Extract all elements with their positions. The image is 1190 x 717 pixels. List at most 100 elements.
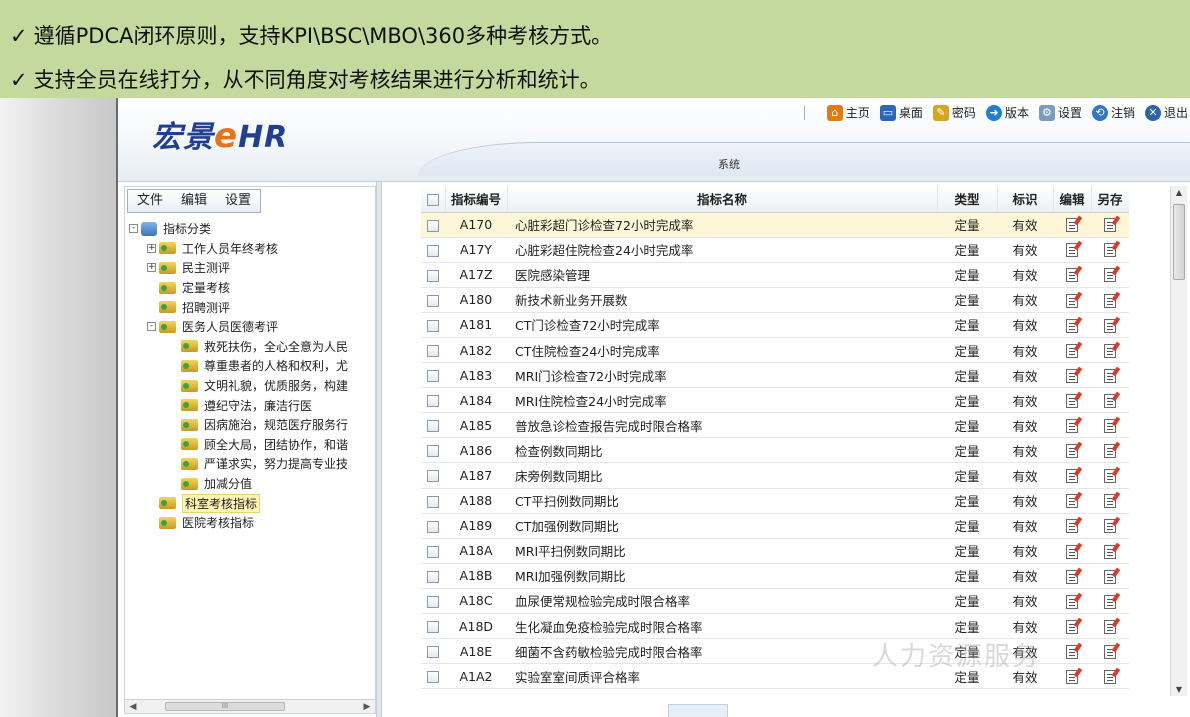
save-as-icon[interactable] — [1104, 393, 1116, 408]
edit-cell[interactable] — [1053, 262, 1091, 288]
table-row[interactable]: A181 CT门诊检查72小时完成率 定量 有效 — [421, 312, 1129, 338]
tree-node[interactable]: - 医务人员医德考评 — [125, 317, 375, 337]
col-name[interactable]: 指标名称 — [507, 186, 938, 213]
menu-file[interactable]: 文件 — [128, 190, 172, 212]
row-checkbox[interactable] — [427, 345, 439, 358]
save-as-icon[interactable] — [1104, 669, 1116, 684]
save-as-icon[interactable] — [1104, 218, 1116, 233]
save-as-icon[interactable] — [1104, 519, 1116, 534]
select-all-cell[interactable] — [421, 186, 446, 213]
row-checkbox[interactable] — [427, 570, 439, 583]
row-checkbox[interactable] — [427, 420, 439, 433]
row-checkbox[interactable] — [427, 319, 439, 332]
edit-icon[interactable] — [1066, 544, 1078, 559]
table-row[interactable]: A184 MRI住院检查24小时完成率 定量 有效 — [421, 387, 1129, 414]
table-row[interactable]: A18D 生化凝血免疫检验完成时限合格率 定量 有效 — [421, 613, 1129, 640]
scroll-up-icon[interactable]: ▲ — [1171, 188, 1187, 197]
tree-node[interactable]: 加减分值 — [125, 474, 375, 494]
saveas-cell[interactable] — [1091, 212, 1129, 238]
checkbox-cell[interactable] — [421, 462, 445, 489]
edit-cell[interactable] — [1053, 462, 1091, 489]
save-as-icon[interactable] — [1104, 494, 1116, 509]
row-checkbox[interactable] — [427, 370, 439, 383]
grid-scroll-thumb[interactable] — [1173, 204, 1185, 280]
checkbox-cell[interactable] — [421, 312, 445, 338]
tree-node[interactable]: 严谨求实，努力提高专业技 — [125, 454, 375, 474]
table-row[interactable]: A180 新技术新业务开展数 定量 有效 — [421, 287, 1129, 313]
edit-icon[interactable] — [1066, 318, 1078, 333]
edit-cell[interactable] — [1053, 212, 1091, 238]
edit-cell[interactable] — [1053, 663, 1091, 690]
saveas-cell[interactable] — [1091, 538, 1129, 564]
saveas-cell[interactable] — [1091, 563, 1129, 589]
table-row[interactable]: A187 床旁例数同期比 定量 有效 — [421, 462, 1129, 489]
table-row[interactable]: A18B MRI加强例数同期比 定量 有效 — [421, 563, 1129, 589]
tree-node[interactable]: 顾全大局，团结协作，和谐 — [125, 435, 375, 455]
saveas-cell[interactable] — [1091, 287, 1129, 313]
nav-settings[interactable]: ⚙ 设置 — [1038, 104, 1082, 121]
row-checkbox[interactable] — [427, 244, 439, 257]
table-row[interactable]: A189 CT加强例数同期比 定量 有效 — [421, 513, 1129, 539]
tree-node[interactable]: 定量考核 — [125, 278, 375, 298]
checkbox-cell[interactable] — [421, 287, 445, 313]
menu-settings[interactable]: 设置 — [216, 190, 260, 212]
scroll-down-icon[interactable]: ▼ — [1171, 685, 1187, 694]
save-as-icon[interactable] — [1104, 268, 1116, 283]
tree-node[interactable]: 招聘测评 — [125, 297, 375, 317]
checkbox-cell[interactable] — [421, 387, 445, 414]
expand-icon[interactable]: + — [147, 243, 156, 253]
checkbox-cell[interactable] — [421, 437, 445, 464]
tree-node[interactable]: 因病施治，规范医疗服务行 — [125, 415, 375, 435]
saveas-cell[interactable] — [1091, 312, 1129, 338]
row-checkbox[interactable] — [427, 395, 439, 408]
select-all-checkbox[interactable] — [426, 193, 439, 206]
tree-node[interactable]: 遵纪守法，廉洁行医 — [125, 395, 375, 415]
edit-icon[interactable] — [1066, 594, 1078, 609]
saveas-cell[interactable] — [1091, 387, 1129, 414]
edit-icon[interactable] — [1066, 644, 1078, 659]
row-checkbox[interactable] — [427, 294, 439, 307]
checkbox-cell[interactable] — [421, 588, 445, 615]
save-as-icon[interactable] — [1104, 544, 1116, 559]
edit-icon[interactable] — [1066, 469, 1078, 484]
scroll-left-icon[interactable]: ◀ — [127, 700, 139, 713]
saveas-cell[interactable] — [1091, 337, 1129, 364]
save-as-icon[interactable] — [1104, 594, 1116, 609]
edit-cell[interactable] — [1053, 237, 1091, 263]
row-checkbox[interactable] — [427, 646, 439, 659]
save-as-icon[interactable] — [1104, 293, 1116, 308]
checkbox-cell[interactable] — [421, 262, 445, 288]
save-as-icon[interactable] — [1104, 569, 1116, 584]
row-checkbox[interactable] — [427, 595, 439, 608]
edit-icon[interactable] — [1066, 268, 1078, 283]
save-as-icon[interactable] — [1104, 343, 1116, 358]
nav-desktop[interactable]: ▭ 桌面 — [879, 104, 923, 121]
tree-hscrollbar[interactable]: ◀ III ▶ — [125, 699, 375, 713]
table-row[interactable]: A18C 血尿便常规检验完成时限合格率 定量 有效 — [421, 588, 1129, 615]
nav-logout[interactable]: ⟲ 注销 — [1091, 104, 1135, 121]
table-row[interactable]: A186 检查例数同期比 定量 有效 — [421, 437, 1129, 464]
checkbox-cell[interactable] — [421, 488, 445, 514]
row-checkbox[interactable] — [427, 269, 439, 282]
bottom-collapse-tab[interactable] — [668, 704, 728, 717]
edit-icon[interactable] — [1066, 243, 1078, 258]
tree-node[interactable]: 科室考核指标 — [125, 493, 375, 513]
saveas-cell[interactable] — [1091, 638, 1129, 665]
table-row[interactable]: A183 MRI门诊检查72小时完成率 定量 有效 — [421, 362, 1129, 389]
row-checkbox[interactable] — [427, 671, 439, 684]
row-checkbox[interactable] — [427, 520, 439, 533]
saveas-cell[interactable] — [1091, 362, 1129, 389]
edit-icon[interactable] — [1066, 393, 1078, 408]
col-flag[interactable]: 标识 — [997, 186, 1054, 213]
row-checkbox[interactable] — [427, 445, 439, 458]
edit-icon[interactable] — [1066, 343, 1078, 358]
edit-cell[interactable] — [1053, 513, 1091, 539]
edit-icon[interactable] — [1066, 444, 1078, 459]
nav-version[interactable]: ➜ 版本 — [985, 104, 1029, 121]
checkbox-cell[interactable] — [421, 237, 445, 263]
saveas-cell[interactable] — [1091, 237, 1129, 263]
edit-cell[interactable] — [1053, 563, 1091, 589]
edit-cell[interactable] — [1053, 312, 1091, 338]
col-type[interactable]: 类型 — [937, 186, 998, 213]
scroll-thumb[interactable]: III — [165, 702, 285, 711]
